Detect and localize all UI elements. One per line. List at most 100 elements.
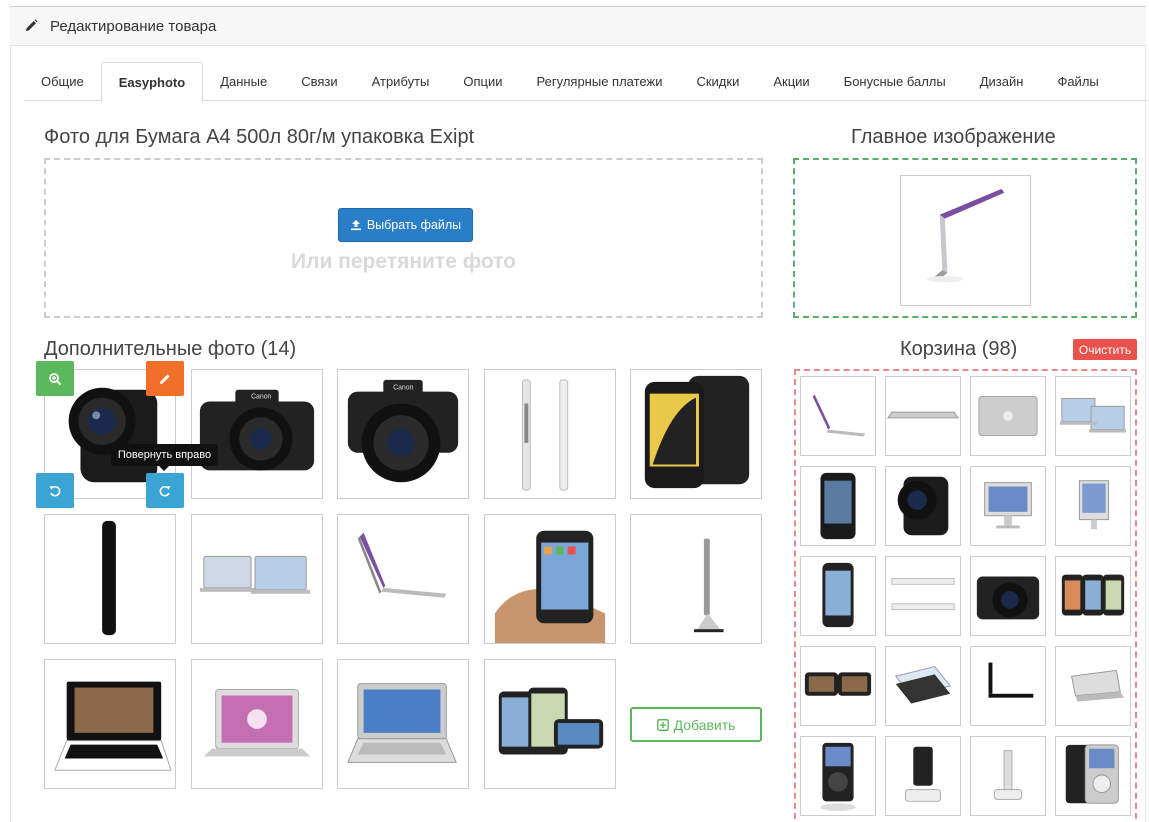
laptop-lid-image	[978, 396, 1038, 436]
iphones-group-image	[498, 687, 604, 755]
tab-reward-points[interactable]: Бонусные баллы	[827, 62, 963, 101]
laptops-pair-image	[1059, 397, 1127, 433]
choose-files-button[interactable]: Выбрать файлы	[338, 208, 473, 242]
phone-dark-image	[820, 472, 856, 540]
basket-thumb[interactable]	[885, 466, 961, 546]
laptop-flat-image	[887, 411, 959, 419]
photo-thumb[interactable]	[484, 514, 616, 644]
phone-dark-image	[644, 375, 750, 489]
laptop-side-image	[926, 188, 1005, 283]
add-photo-button[interactable]: Добавить	[630, 707, 762, 742]
tab-design[interactable]: Дизайн	[963, 62, 1041, 101]
edit-button[interactable]	[146, 361, 184, 396]
photo-thumb[interactable]	[337, 514, 469, 644]
clear-basket-button[interactable]: Очистить	[1073, 339, 1137, 360]
basket-thumb[interactable]	[800, 376, 876, 456]
basket-thumb[interactable]	[970, 376, 1046, 456]
photo-thumb[interactable]	[191, 659, 323, 789]
basket-thumb[interactable]	[1055, 466, 1131, 546]
panel-heading: Редактирование товара	[10, 6, 1146, 46]
laptop-black-side-image	[988, 662, 1034, 698]
zoom-icon	[49, 372, 62, 385]
basket-thumb[interactable]	[1055, 556, 1131, 636]
laptop-black-image	[54, 681, 172, 771]
additional-photos-title: Дополнительные фото (14)	[44, 338, 297, 360]
choose-files-label: Выбрать файлы	[366, 218, 462, 232]
photo-thumb[interactable]	[191, 514, 323, 644]
tab-specials[interactable]: Акции	[756, 62, 826, 101]
pencil-icon	[26, 19, 38, 31]
upload-title: Фото для Бумага А4 500л 80г/м упаковка E…	[44, 126, 475, 148]
ipod-dock-image	[904, 746, 942, 802]
basket-thumb[interactable]	[970, 736, 1046, 816]
photo-thumb[interactable]: Canon	[191, 369, 323, 499]
photo-thumb[interactable]	[484, 659, 616, 789]
photo-thumb[interactable]	[44, 514, 176, 644]
basket-thumb[interactable]	[1055, 376, 1131, 456]
photo-thumb[interactable]	[337, 659, 469, 789]
tab-attributes[interactable]: Атрибуты	[355, 62, 447, 101]
basket-thumb[interactable]	[1055, 736, 1131, 816]
photo-thumb[interactable]	[484, 369, 616, 499]
basket-thumb[interactable]	[1055, 646, 1131, 726]
laptop-side-image	[357, 532, 447, 598]
photo-thumb[interactable]: Canon	[337, 369, 469, 499]
basket-thumb[interactable]	[800, 646, 876, 726]
main-image-dropzone[interactable]	[793, 158, 1137, 318]
pencil-icon	[160, 373, 170, 384]
tab-links[interactable]: Связи	[284, 62, 354, 101]
laptop-open-image	[1070, 669, 1125, 702]
iphone-image	[822, 562, 854, 628]
tab-options[interactable]: Опции	[446, 62, 519, 101]
camera-lens-image: Canon	[347, 379, 459, 483]
basket-thumb[interactable]	[885, 736, 961, 816]
rotate-right-button[interactable]	[146, 473, 184, 508]
plus-square-icon	[656, 718, 669, 731]
basket-thumb[interactable]	[970, 646, 1046, 726]
tab-recurring[interactable]: Регулярные платежи	[520, 62, 680, 101]
tab-easyphoto[interactable]: Easyphoto	[100, 62, 204, 102]
add-photo-label: Добавить	[673, 716, 736, 733]
svg-text:Canon: Canon	[251, 394, 271, 401]
ipod-black-image	[820, 742, 856, 812]
basket-thumb[interactable]	[885, 556, 961, 636]
basket-title: Корзина (98)	[900, 338, 1018, 360]
photo-thumb[interactable]	[44, 659, 176, 789]
zoom-button[interactable]	[36, 361, 74, 396]
camera-side-image	[897, 476, 949, 536]
tab-discounts[interactable]: Скидки	[679, 62, 756, 101]
upload-dropzone[interactable]: Выбрать файлы Или перетяните фото	[44, 158, 763, 318]
ipod-classic-image	[1065, 744, 1119, 804]
camera-front-image	[976, 576, 1040, 620]
tab-general[interactable]: Общие	[24, 62, 101, 101]
basket-thumb[interactable]	[800, 556, 876, 636]
tab-data[interactable]: Данные	[203, 62, 284, 101]
camera-front-image: Canon	[199, 389, 315, 471]
svg-text:Canon: Canon	[393, 385, 413, 392]
basket-thumb[interactable]	[800, 736, 876, 816]
basket-thumb[interactable]	[885, 376, 961, 456]
tab-bar: Общие Easyphoto Данные Связи Атрибуты Оп…	[24, 62, 1148, 102]
phone-sides-image	[521, 379, 569, 491]
laptop-blue-image	[347, 683, 457, 763]
imac-front-image	[984, 482, 1032, 529]
iphones-group-image	[1061, 574, 1125, 616]
rotate-right-tooltip: Повернуть вправо	[111, 444, 218, 471]
phone-landscape-image	[804, 672, 872, 696]
basket-thumb[interactable]	[970, 556, 1046, 636]
main-image-title: Главное изображение	[851, 126, 1056, 148]
rotate-left-icon	[49, 485, 61, 497]
tab-files[interactable]: Файлы	[1040, 62, 1115, 101]
rotate-left-button[interactable]	[36, 473, 74, 508]
iphone-hand-image	[494, 530, 606, 643]
photo-thumb[interactable]	[630, 369, 762, 499]
imac-side-image	[1078, 480, 1110, 530]
phone-slim-image	[102, 520, 116, 636]
basket-thumb[interactable]	[800, 466, 876, 546]
laptops-pair-image	[199, 555, 311, 594]
basket-thumb[interactable]	[970, 466, 1046, 546]
drop-hint: Или перетяните фото	[291, 250, 516, 273]
main-image-thumb[interactable]	[900, 175, 1031, 306]
photo-thumb[interactable]	[630, 514, 762, 644]
basket-thumb[interactable]	[885, 646, 961, 726]
